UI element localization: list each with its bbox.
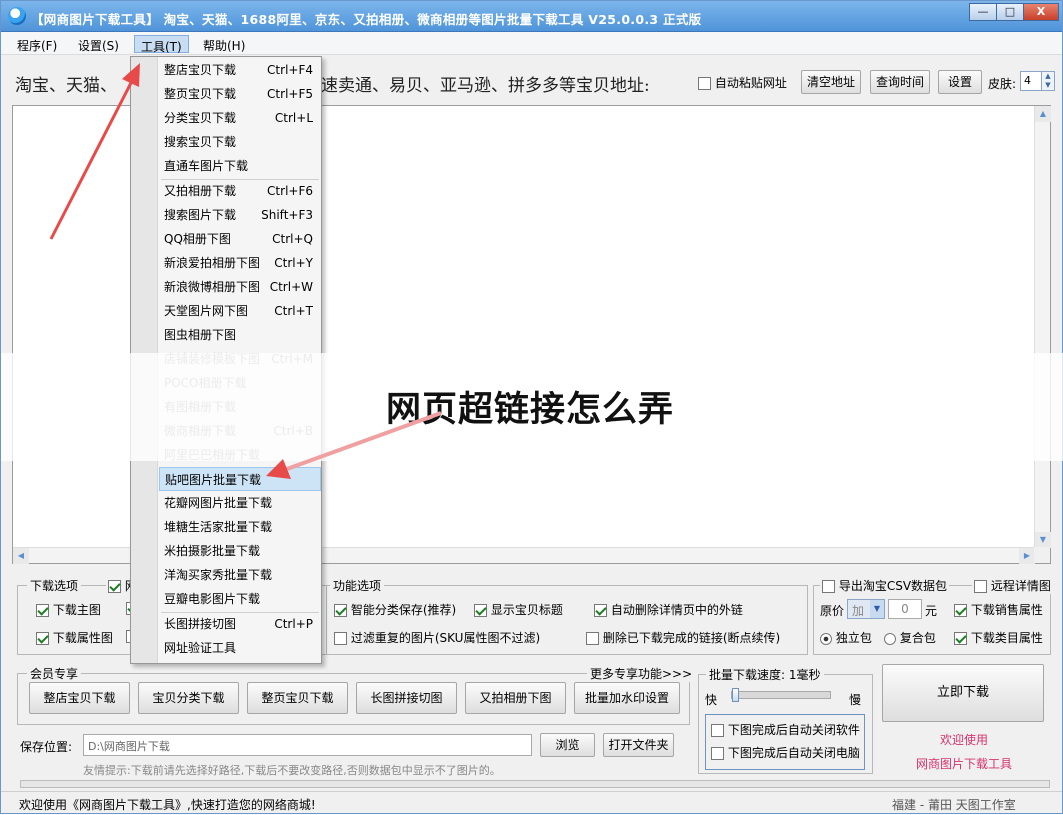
annotation-arrows (49, 63, 442, 479)
arrow-to-tieba-item-icon (266, 411, 442, 479)
app-window: 【网商图片下载工具】 淘宝、天猫、1688阿里、京东、又拍相册、微商相册等图片批… (0, 0, 1063, 814)
arrow-to-tools-menu-icon (49, 63, 140, 240)
